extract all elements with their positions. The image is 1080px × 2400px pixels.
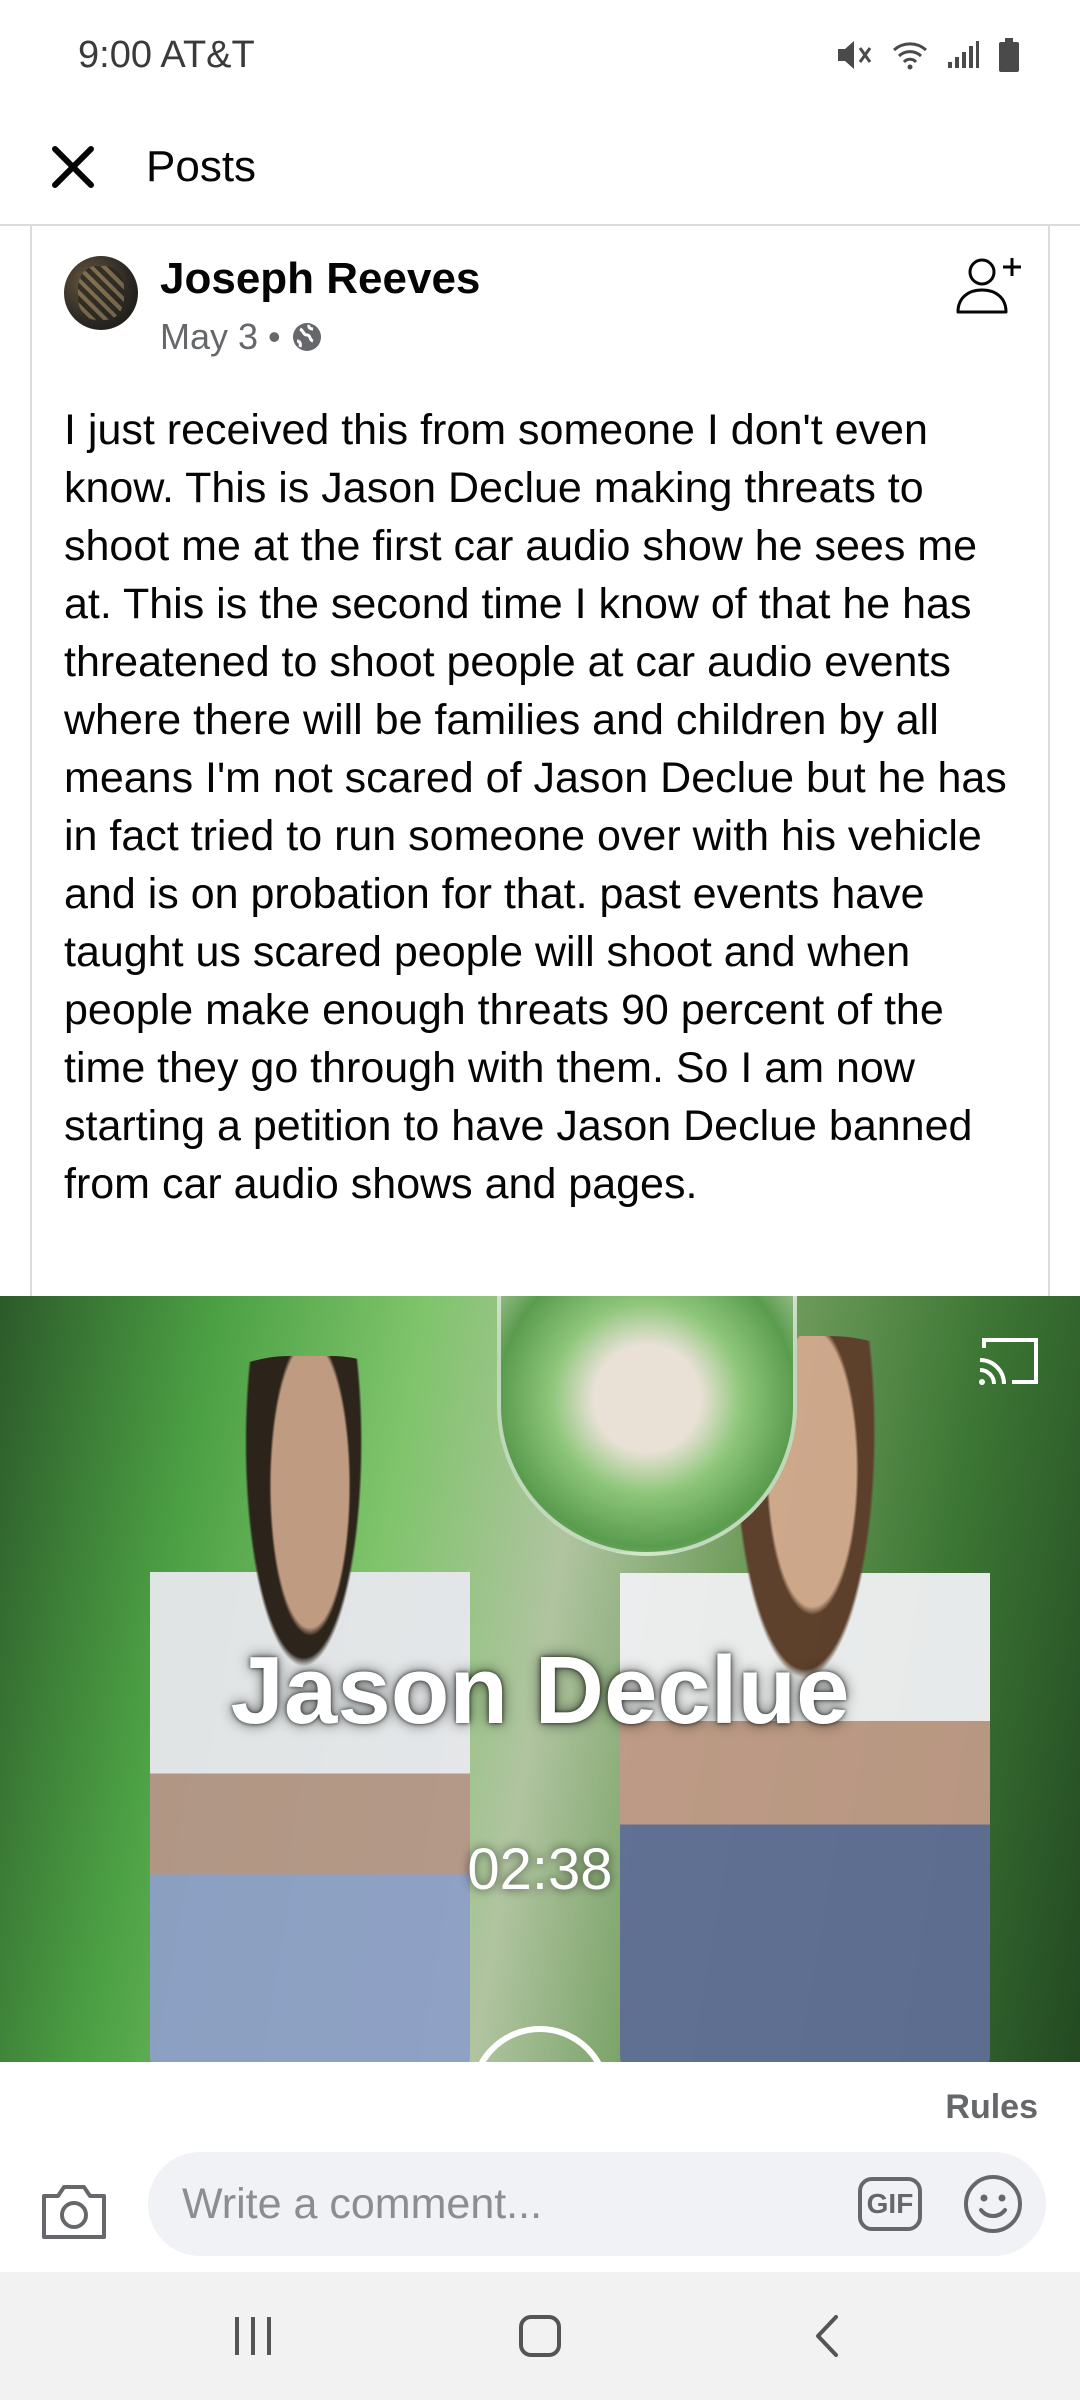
comment-input[interactable]: Write a comment... GIF [148, 2152, 1046, 2256]
camera-icon [42, 2185, 106, 2239]
home-button[interactable] [495, 2291, 585, 2381]
cast-button[interactable] [976, 1334, 1042, 1388]
page-title: Posts [146, 142, 257, 191]
post-card: Joseph Reeves May 3 • I just received th… [30, 226, 1050, 1296]
status-bar: 9:00 AT&T [0, 0, 1080, 110]
back-icon [815, 2315, 838, 2357]
comment-placeholder: Write a comment... [182, 2179, 543, 2228]
status-icons [836, 37, 1020, 73]
recents-button[interactable] [208, 2291, 298, 2381]
video-overlay-title: Jason Declue [230, 1637, 850, 1744]
battery-icon [999, 38, 1019, 72]
add-friend-icon [956, 258, 1021, 314]
globe-icon [292, 323, 321, 351]
signal-icon [948, 41, 979, 68]
wifi-icon [893, 42, 927, 70]
close-button[interactable] [0, 109, 146, 225]
system-nav-bar [0, 2272, 1080, 2400]
emoji-button[interactable] [962, 2173, 1024, 2235]
back-button[interactable] [782, 2291, 872, 2381]
video-player[interactable]: Jason Declue 02:38 [0, 1296, 1080, 2062]
post-text: I just received this from someone I don'… [64, 406, 1007, 1208]
add-friend-button[interactable] [954, 250, 1026, 322]
cast-icon [979, 1338, 1038, 1385]
close-icon [52, 146, 94, 188]
gif-button[interactable]: GIF [858, 2177, 922, 2231]
home-icon [518, 2315, 561, 2357]
author-name[interactable]: Joseph Reeves [160, 254, 480, 304]
post-date[interactable]: May 3 • [160, 316, 281, 358]
post-meta: May 3 • [160, 316, 323, 358]
status-time-carrier: 9:00 AT&T [78, 33, 255, 76]
recents-icon [235, 2317, 272, 2355]
avatar[interactable] [64, 256, 138, 330]
rules-link[interactable]: Rules [945, 2088, 1038, 2127]
play-icon[interactable] [470, 2026, 610, 2062]
camera-button[interactable] [40, 2180, 108, 2242]
emoji-icon [964, 2175, 1022, 2233]
video-duration: 02:38 [467, 1837, 613, 1902]
posts-header: Posts [0, 110, 1080, 226]
mute-icon [838, 41, 872, 69]
comment-bar: Rules Write a comment... GIF [0, 2062, 1080, 2272]
